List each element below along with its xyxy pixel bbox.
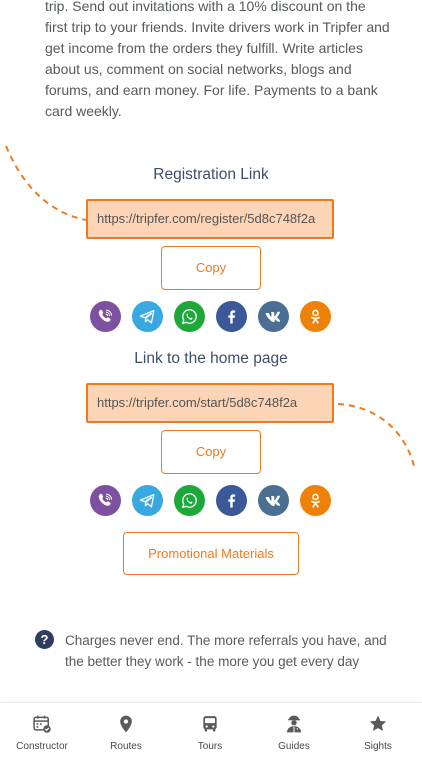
registration-share-row bbox=[90, 301, 332, 333]
odnoklassniki-icon[interactable] bbox=[300, 301, 331, 332]
facebook-icon[interactable] bbox=[216, 301, 247, 332]
home-share-row bbox=[90, 485, 332, 517]
bus-icon bbox=[203, 716, 217, 732]
nav-item-routes[interactable]: Routes bbox=[84, 703, 168, 759]
nav-item-tours[interactable]: Tours bbox=[168, 703, 252, 759]
nav-label-routes: Routes bbox=[110, 741, 142, 752]
whatsapp-icon[interactable] bbox=[174, 485, 205, 516]
guide-icon bbox=[286, 715, 302, 733]
referral-note-text: Charges never end. The more referrals yo… bbox=[65, 633, 387, 669]
home-link-title: Link to the home page bbox=[134, 350, 288, 367]
question-icon: ? bbox=[35, 630, 54, 649]
copy-registration-link-button[interactable]: Copy bbox=[161, 246, 261, 290]
star-icon bbox=[369, 715, 387, 731]
telegram-icon[interactable] bbox=[132, 485, 163, 516]
odnoklassniki-icon[interactable] bbox=[300, 485, 331, 516]
telegram-icon[interactable] bbox=[132, 301, 163, 332]
nav-item-sights[interactable]: Sights bbox=[336, 703, 420, 759]
dashed-curve-right bbox=[337, 403, 415, 467]
calendar-icon bbox=[33, 715, 51, 733]
home-link-field[interactable]: https://tripfer.com/start/5d8c748f2a bbox=[86, 383, 334, 423]
vk-icon[interactable] bbox=[258, 301, 289, 332]
registration-link-title: Registration Link bbox=[153, 166, 269, 183]
nav-item-constructor[interactable]: Constructor bbox=[0, 703, 84, 759]
viber-icon[interactable] bbox=[90, 485, 121, 516]
registration-link-field[interactable]: https://tripfer.com/register/5d8c748f2a bbox=[86, 199, 334, 239]
promotional-materials-button[interactable]: Promotional Materials bbox=[123, 532, 299, 575]
nav-item-guides[interactable]: Guides bbox=[252, 703, 336, 759]
viber-icon[interactable] bbox=[90, 301, 121, 332]
intro-text: trip. Send out invitations with a 10% di… bbox=[45, 0, 390, 119]
nav-label-tours: Tours bbox=[197, 741, 223, 752]
nav-label-sights: Sights bbox=[364, 741, 392, 752]
map-pin-icon bbox=[120, 715, 132, 733]
dashed-curve-left bbox=[5, 145, 87, 221]
vk-icon[interactable] bbox=[258, 485, 289, 516]
bottom-nav: Constructor Routes Tours Guides Sights bbox=[0, 702, 422, 759]
nav-label-guides: Guides bbox=[278, 741, 310, 752]
nav-label-constructor: Constructor bbox=[16, 741, 68, 752]
copy-home-link-button[interactable]: Copy bbox=[161, 430, 261, 474]
facebook-icon[interactable] bbox=[216, 485, 247, 516]
whatsapp-icon[interactable] bbox=[174, 301, 205, 332]
